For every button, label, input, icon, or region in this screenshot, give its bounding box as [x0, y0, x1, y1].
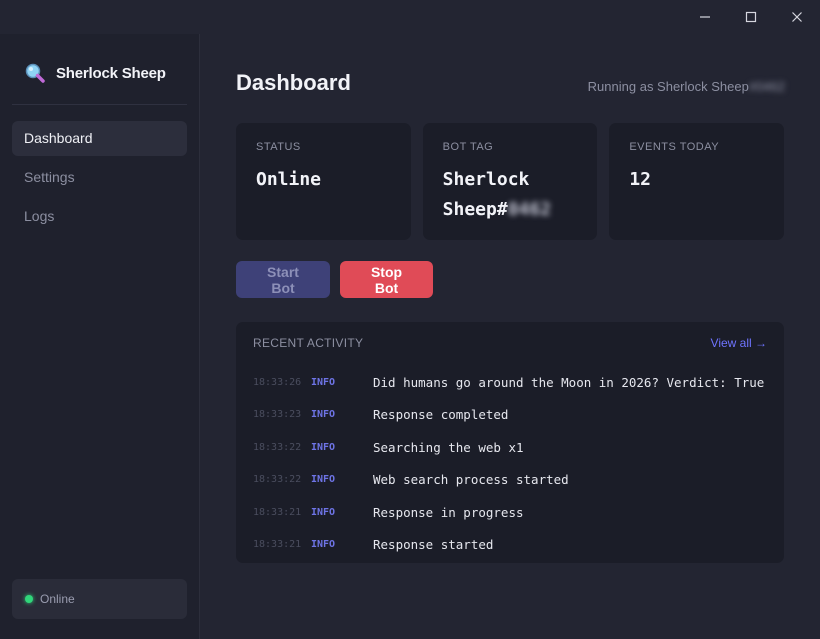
- connection-status-label: Online: [40, 592, 75, 606]
- status-card: Status Online: [236, 123, 411, 240]
- maximize-button[interactable]: [728, 0, 774, 34]
- close-button[interactable]: [774, 0, 820, 34]
- card-value: 12: [629, 169, 652, 190]
- log-time: 18:33:22: [253, 441, 302, 453]
- log-level: INFO: [311, 474, 336, 486]
- divider: [12, 104, 187, 105]
- log-message: Web search process started: [373, 472, 569, 488]
- maximize-icon: [745, 11, 757, 23]
- log-message: Response completed: [373, 407, 509, 423]
- card-value: Online: [256, 169, 322, 190]
- log-row: 18:33:21 INFO Response in progress: [236, 496, 784, 529]
- page-title: Dashboard: [236, 70, 351, 95]
- recent-activity-panel: Recent Activity View all → 18:33:26 INFO…: [236, 322, 784, 563]
- log-time: 18:33:21: [253, 539, 302, 551]
- bot-tag-card: Bot Tag Sherlock Sheep#0462: [422, 123, 598, 240]
- log-message: Searching the web x1: [373, 439, 524, 455]
- log-time: 18:33:26: [253, 376, 302, 388]
- start-bot-button[interactable]: Start Bot: [236, 261, 330, 298]
- log-message: Response started: [373, 537, 494, 553]
- stop-bot-button[interactable]: Stop Bot: [340, 261, 433, 298]
- card-value: Sherlock Sheep#0462: [443, 165, 578, 225]
- minimize-icon: [700, 16, 710, 18]
- log-message: Did humans go around the Moon in 2026? V…: [373, 374, 765, 390]
- sidebar: Sherlock Sheep Dashboard Settings Logs O…: [0, 34, 200, 639]
- online-dot-icon: [25, 595, 33, 603]
- log-time: 18:33:21: [253, 506, 302, 518]
- card-label: Status: [256, 141, 301, 153]
- log-row: 18:33:23 INFO Response completed: [236, 399, 784, 432]
- activity-title: Recent Activity: [253, 336, 364, 350]
- card-label: Events Today: [629, 141, 720, 153]
- log-list: 18:33:26 INFO Did humans go around the M…: [236, 366, 784, 561]
- log-level: INFO: [311, 409, 336, 421]
- sidebar-nav: Dashboard Settings Logs: [12, 121, 187, 238]
- view-all-link[interactable]: View all →: [711, 336, 767, 350]
- log-row: 18:33:21 INFO Response started: [236, 529, 784, 562]
- log-message: Response in progress: [373, 504, 524, 520]
- close-icon: [792, 12, 802, 22]
- log-level: INFO: [311, 506, 336, 518]
- brand: Sherlock Sheep: [24, 62, 166, 84]
- log-row: 18:33:26 INFO Did humans go around the M…: [236, 366, 784, 399]
- log-row: 18:33:22 INFO Searching the web x1: [236, 431, 784, 464]
- main-content: Dashboard Running as Sherlock Sheep#0462…: [201, 34, 820, 639]
- magnifier-icon: [25, 63, 45, 83]
- bot-controls: Start Bot Stop Bot: [236, 261, 433, 298]
- title-bar: [0, 0, 820, 34]
- activity-header: Recent Activity View all →: [236, 322, 784, 350]
- redacted-discriminator: #0462: [748, 79, 785, 94]
- connection-status: Online: [12, 579, 187, 619]
- card-label: Bot Tag: [442, 141, 494, 153]
- stat-cards: Status Online Bot Tag Sherlock Sheep#046…: [236, 123, 785, 240]
- sidebar-item-logs[interactable]: Logs: [12, 199, 187, 234]
- log-time: 18:33:22: [253, 474, 302, 486]
- sidebar-item-settings[interactable]: Settings: [12, 160, 187, 195]
- minimize-button[interactable]: [682, 0, 728, 34]
- redacted-discriminator: 0462: [507, 199, 552, 220]
- running-as: Running as Sherlock Sheep#0462: [588, 79, 785, 94]
- log-level: INFO: [311, 539, 336, 551]
- events-today-card: Events Today 12: [609, 123, 785, 240]
- log-row: 18:33:22 INFO Web search process started: [236, 464, 784, 497]
- log-time: 18:33:23: [253, 409, 302, 421]
- brand-name: Sherlock Sheep: [56, 64, 166, 82]
- running-as-text: Running as Sherlock Sheep: [587, 79, 749, 94]
- sidebar-item-dashboard[interactable]: Dashboard: [12, 121, 187, 156]
- log-level: INFO: [311, 441, 336, 453]
- log-level: INFO: [311, 376, 336, 388]
